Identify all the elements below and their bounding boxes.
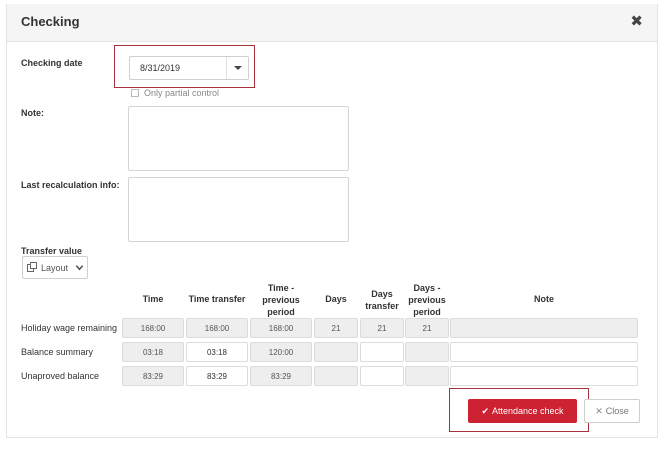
table-cell [314,342,358,362]
note-label: Note: [21,108,44,118]
col-header-time: Time [142,294,164,304]
row-label-unaproved-balance: Unaproved balance [21,371,100,381]
transfer-value-label: Transfer value [21,246,83,256]
layout-button-label: Layout [41,263,69,273]
date-dropdown-button[interactable] [226,57,248,79]
col-header-time-previous-period: Time - previous period [262,283,300,317]
table-cell: 168:00 [186,318,248,338]
chevron-down-icon [75,265,84,271]
chevron-down-icon [234,66,242,70]
attendance-check-button[interactable]: ✔ Attendance check [468,399,577,423]
row-label-balance-summary: Balance summary [21,347,94,357]
attendance-check-label: Attendance check [491,406,564,416]
close-button-label: Close [605,406,629,416]
table-cell: 21 [314,318,358,338]
table-cell-input[interactable] [450,342,638,362]
table-cell: 83:29 [250,366,312,386]
checking-date-label: Checking date [21,58,83,68]
table-cell-input[interactable]: 03:18 [186,342,248,362]
checkmark-icon: ✔ [481,406,489,416]
table-cell-input[interactable] [360,366,404,386]
layout-icon [27,262,37,272]
last-recalc-label: Last recalculation info: [21,180,120,190]
layout-button[interactable]: Layout [22,256,88,279]
table-cell: 168:00 [122,318,184,338]
table-cell [405,366,449,386]
col-header-days: Days [325,294,347,304]
table-cell-input[interactable]: 83:29 [186,366,248,386]
table-cell: 168:00 [250,318,312,338]
dialog-header: Checking ✖ [7,4,657,42]
table-cell-input[interactable] [360,342,404,362]
table-cell: 21 [405,318,449,338]
partial-control-checkbox[interactable] [131,89,139,97]
table-cell-input[interactable] [450,366,638,386]
table-cell [314,366,358,386]
close-icon[interactable]: ✖ [630,14,643,29]
table-cell: 03:18 [122,342,184,362]
note-textarea[interactable] [128,106,349,171]
table-cell [450,318,638,338]
close-x-icon: ✕ [595,406,603,416]
dialog-title: Checking [21,14,80,29]
col-header-days-previous-period: Days - previous period [408,283,446,317]
last-recalc-textarea[interactable] [128,177,349,242]
table-cell: 120:00 [250,342,312,362]
col-header-note: Note [534,294,554,304]
col-header-days-transfer: Days transfer [365,289,399,311]
close-button[interactable]: ✕ Close [584,399,640,423]
table-cell [405,342,449,362]
table-cell: 21 [360,318,404,338]
partial-control-label: Only partial control [144,88,220,98]
col-header-time-transfer: Time transfer [188,294,246,304]
table-cell: 83:29 [122,366,184,386]
checking-date-value: 8/31/2019 [140,63,181,73]
row-label-holiday-wage: Holiday wage remaining [21,323,118,333]
checking-date-picker[interactable]: 8/31/2019 [129,56,249,80]
